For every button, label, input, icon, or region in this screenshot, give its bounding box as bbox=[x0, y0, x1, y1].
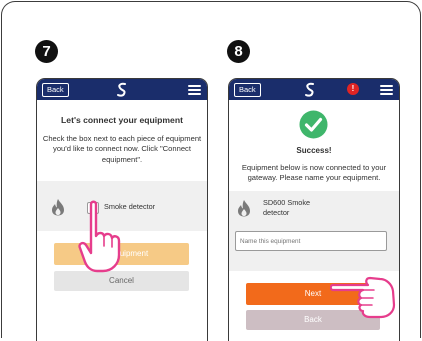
app-logo-icon bbox=[305, 82, 314, 97]
success-message: Equipment below is now connected to your… bbox=[241, 163, 387, 183]
success-check-icon bbox=[299, 110, 328, 139]
page-title: Let's connect your equipment bbox=[61, 115, 183, 125]
device-name: SD600 Smoke detector bbox=[263, 198, 311, 217]
app-header: Back ! bbox=[229, 79, 399, 100]
tap-hand-icon bbox=[330, 276, 396, 319]
flame-icon bbox=[52, 199, 64, 216]
header-back-button[interactable]: Back bbox=[42, 83, 69, 97]
success-title: Success! bbox=[296, 146, 332, 155]
cancel-button[interactable]: Cancel bbox=[54, 271, 189, 291]
device-panel: SD600 Smoke detector bbox=[229, 191, 399, 271]
tap-hand-icon bbox=[78, 200, 121, 273]
app-logo-icon bbox=[117, 82, 126, 97]
step-7-badge: 7 bbox=[35, 40, 58, 63]
step-8-badge: 8 bbox=[227, 40, 250, 63]
hamburger-menu-icon[interactable] bbox=[380, 85, 393, 95]
header-back-button[interactable]: Back bbox=[234, 83, 261, 97]
hamburger-menu-icon[interactable] bbox=[188, 85, 201, 95]
alert-badge-icon[interactable]: ! bbox=[347, 83, 359, 95]
app-header: Back bbox=[37, 79, 207, 100]
equipment-name-input[interactable] bbox=[235, 231, 387, 251]
flame-icon bbox=[238, 200, 250, 217]
instructions-text: Check the box next to each piece of equi… bbox=[42, 134, 202, 164]
